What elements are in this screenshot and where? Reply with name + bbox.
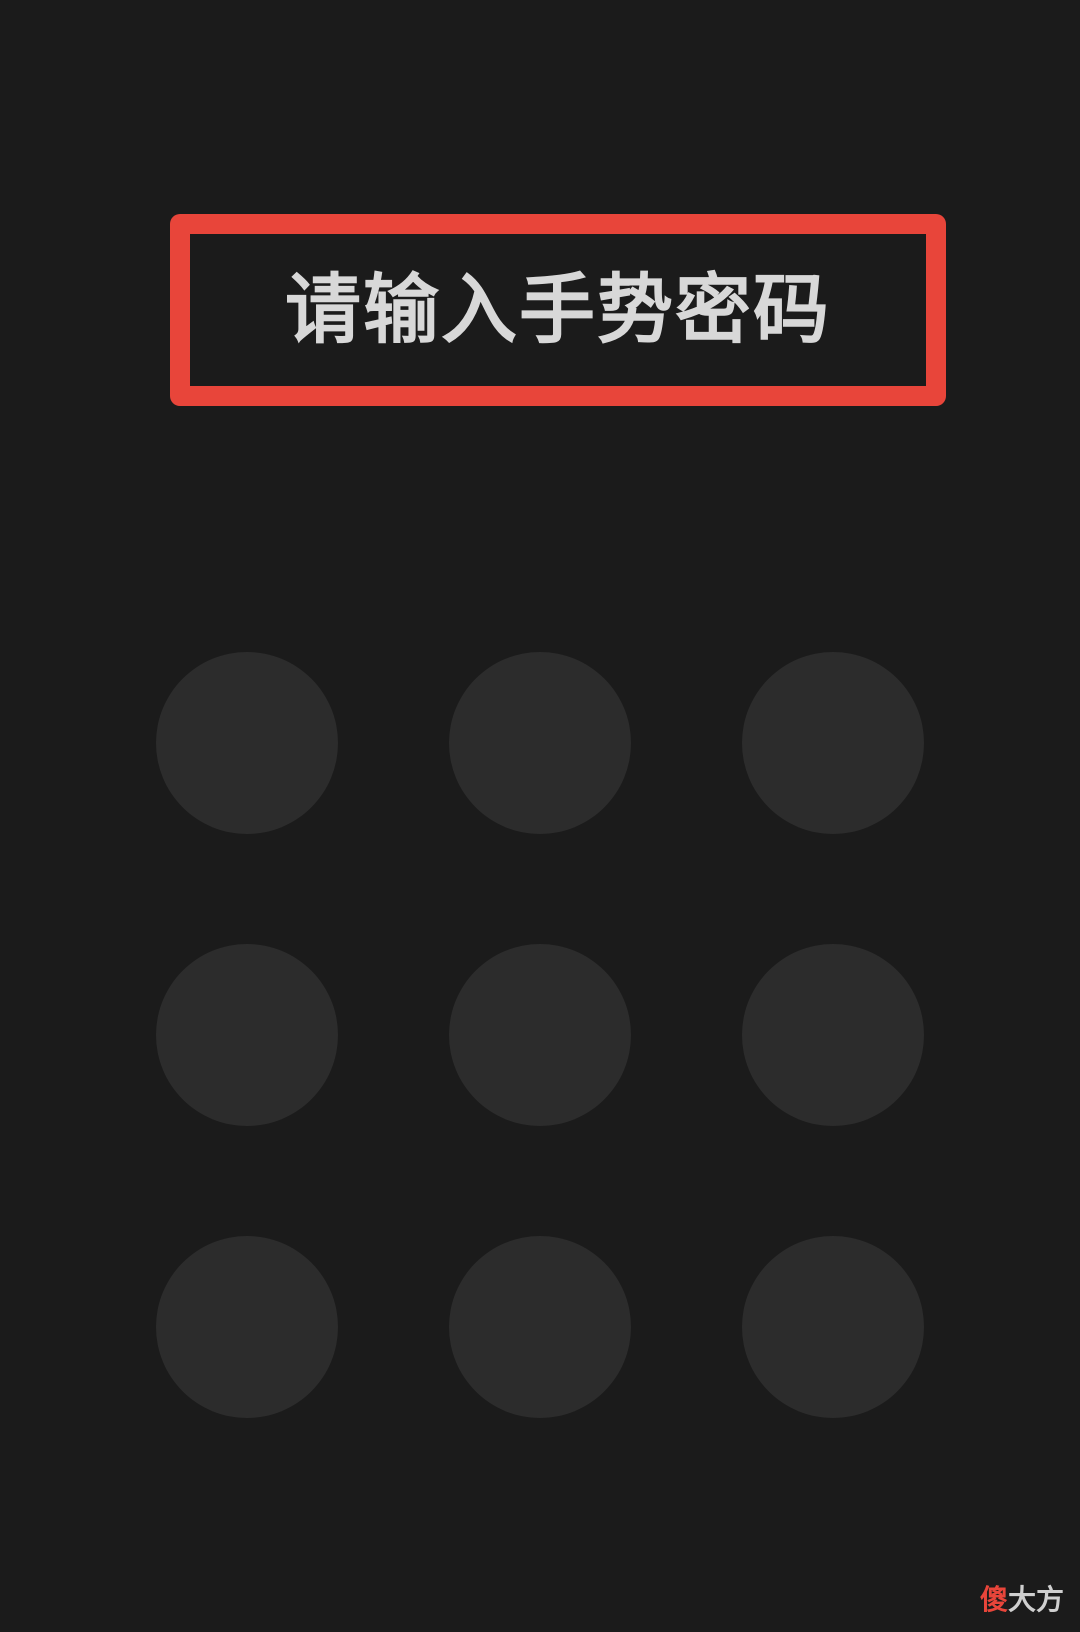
pattern-dot-5[interactable] xyxy=(449,944,631,1126)
pattern-dot-2[interactable] xyxy=(449,652,631,834)
pattern-dot-1[interactable] xyxy=(156,652,338,834)
prompt-highlight-box: 请输入手势密码 xyxy=(170,214,946,406)
pattern-dot-8[interactable] xyxy=(449,1236,631,1418)
watermark-part1: 傻 xyxy=(979,1583,1008,1616)
pattern-dot-9[interactable] xyxy=(742,1236,924,1418)
pattern-dot-4[interactable] xyxy=(156,944,338,1126)
pattern-dot-7[interactable] xyxy=(156,1236,338,1418)
pattern-dot-6[interactable] xyxy=(742,944,924,1126)
pattern-dot-3[interactable] xyxy=(742,652,924,834)
watermark-part2: 大方 xyxy=(1007,1583,1064,1616)
watermark-logo: 傻大方 xyxy=(980,1586,1064,1614)
gesture-lock-screen: 请输入手势密码 傻大方 xyxy=(0,0,1080,1632)
gesture-pattern-grid[interactable] xyxy=(156,652,924,1418)
prompt-text: 请输入手势密码 xyxy=(285,265,831,354)
